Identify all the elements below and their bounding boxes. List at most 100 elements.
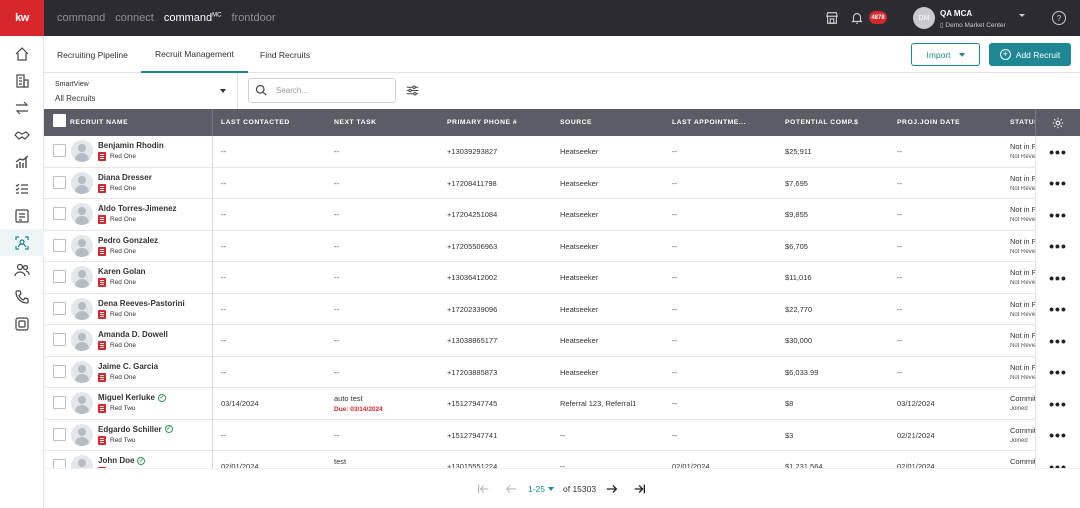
next-page-icon[interactable] [605,482,619,496]
table-row[interactable]: Pedro Gonzalez Red One -- +17205506963 Heats… [44,230,1080,262]
row-checkbox[interactable] [53,270,66,283]
recruit-name-link[interactable]: Karen Golan [98,267,146,276]
row-checkbox[interactable] [53,144,66,157]
import-button[interactable]: Import [911,43,980,66]
col-proj-join-date[interactable]: PROJ.JOIN DATE [897,109,960,136]
recruit-name-link[interactable]: John Doe ✓ [98,456,146,465]
cell-status: Not in Pipeline [1010,268,1035,277]
tab-recruit-management[interactable]: Recruit Management [141,36,248,73]
recruit-name-link[interactable]: Dena Reeves-Pastorini [98,299,185,308]
row-checkbox[interactable] [53,238,66,252]
table-row[interactable]: Aldo Torres-Jimenez Red One -- +17204251084… [44,199,1080,231]
select-all-checkbox[interactable] [53,114,66,127]
search-input[interactable] [276,81,391,100]
recruit-name-link[interactable]: Benjamin Rhodin [98,141,164,150]
col-primary-phone[interactable]: PRIMARY PHONE # [447,109,517,136]
user-avatar[interactable]: DM [913,7,935,29]
user-name[interactable]: QA MCA [940,9,972,18]
recruit-name-link[interactable]: Miguel Kerluke ✓ [98,393,166,402]
table-row[interactable]: Diana Dresser Red One -- +17208411798 Heatse… [44,167,1080,199]
col-source[interactable]: SOURCE [560,109,592,136]
recruit-name-link[interactable]: Pedro Gonzalez [98,236,158,245]
recruit-name-link[interactable]: Aldo Torres-Jimenez [98,204,177,213]
sidebar-item-home[interactable] [0,40,44,67]
col-status[interactable]: STATUS [1010,109,1035,136]
recruit-type: Red One [98,152,136,161]
cell-next-task[interactable]: test [334,457,346,466]
sidebar-item-recruiting[interactable] [0,229,44,256]
row-more-actions-button[interactable]: ••• [1035,325,1080,357]
row-more-actions-button[interactable]: ••• [1035,419,1080,451]
row-more-actions-button[interactable]: ••• [1035,356,1080,388]
row-checkbox[interactable] [53,396,66,409]
row-checkbox[interactable] [53,459,66,468]
row-more-actions-button[interactable]: ••• [1035,388,1080,420]
table-row[interactable]: Miguel Kerluke ✓ Red Two 03/14/2024 +1512794… [44,388,1080,420]
row-more-actions-button[interactable]: ••• [1035,230,1080,262]
table-row[interactable]: Karen Golan Red One -- +13036412002 Heatseek… [44,262,1080,294]
row-checkbox[interactable] [53,364,66,378]
sidebar-item-tasks[interactable] [0,175,44,202]
table-row[interactable]: Amanda D. Dowell Red One -- +13038865177 Hea… [44,325,1080,357]
row-more-actions-button[interactable]: ••• [1035,199,1080,231]
tab-find-recruits[interactable]: Find Recruits [260,36,310,73]
table-row[interactable]: Benjamin Rhodin Red One -- +13039293827 Heat… [44,136,1080,168]
recruit-name-link[interactable]: Diana Dresser [98,173,152,182]
sidebar-item-gallery[interactable] [0,310,44,337]
avatar [71,455,93,468]
sidebar-item-phone[interactable] [0,283,44,310]
sidebar-item-people[interactable] [0,256,44,283]
notification-badge[interactable]: 4878 [869,11,887,24]
smartview-select[interactable]: SmartView All Recruits [44,73,238,109]
top-bar: kw command connect commandMC frontdoor 4… [0,0,1080,36]
bell-icon[interactable] [850,11,864,25]
user-menu-caret-icon[interactable] [1019,14,1025,17]
row-checkbox[interactable] [53,175,66,189]
col-recruit-name[interactable]: RECRUIT NAME [70,109,128,136]
recruit-name-link[interactable]: Edgardo Schiller ✓ [98,425,173,434]
first-page-icon[interactable] [476,482,490,496]
sidebar-item-properties[interactable] [0,67,44,94]
table-row[interactable]: Jaime C. Garcia Red One -- +17203885873 Heat… [44,356,1080,388]
tab-recruiting-pipeline[interactable]: Recruiting Pipeline [57,36,128,73]
row-more-actions-button[interactable]: ••• [1035,167,1080,199]
app-command-mc[interactable]: commandMC [164,12,222,24]
row-checkbox[interactable] [53,301,66,315]
add-recruit-button[interactable]: + Add Recruit [989,43,1071,66]
row-more-actions-button[interactable]: ••• [1035,451,1080,468]
row-more-actions-button[interactable]: ••• [1035,136,1080,168]
help-icon[interactable]: ? [1052,11,1066,25]
cell-proj-join-date: -- [897,336,902,345]
row-checkbox[interactable] [53,207,66,220]
page-range-select[interactable]: 1-25 [528,484,555,494]
row-more-actions-button[interactable]: ••• [1035,262,1080,294]
app-connect[interactable]: connect [115,12,154,24]
store-icon[interactable] [825,11,839,25]
row-more-actions-button[interactable]: ••• [1035,293,1080,325]
sidebar-item-transactions[interactable] [0,94,44,121]
app-frontdoor[interactable]: frontdoor [231,12,275,24]
row-checkbox[interactable] [53,333,66,346]
col-last-appointment[interactable]: LAST APPOINTME... [672,109,752,136]
table-row[interactable]: John Doe✓Red Two02/01/2024+13015551224--… [44,451,1080,468]
sidebar-item-forms[interactable] [0,202,44,229]
previous-page-icon[interactable] [504,482,518,496]
row-checkbox[interactable] [53,427,66,441]
recruit-name-link[interactable]: Amanda D. Dowell [98,330,168,339]
cell-last-contacted: 03/14/2024 [221,399,259,408]
col-next-task[interactable]: NEXT TASK [334,109,377,136]
sidebar-item-deals[interactable] [0,121,44,148]
app-command[interactable]: command [57,12,105,24]
cell-next-task[interactable]: auto test [334,394,363,403]
col-last-contacted[interactable]: LAST CONTACTED [221,109,290,136]
col-potential-comp[interactable]: POTENTIAL COMP.$ [785,109,858,136]
filter-sliders-icon[interactable] [406,84,419,97]
last-page-icon[interactable] [633,482,647,496]
column-settings-button[interactable] [1035,109,1080,136]
table-row[interactable]: Dena Reeves-Pastorini Red One -- +172023390… [44,293,1080,325]
recruit-table-body: Benjamin Rhodin Red One -- +13039293827 Heat… [44,136,1080,468]
recruit-name-link[interactable]: Jaime C. Garcia [98,362,158,371]
sidebar-item-reports[interactable] [0,148,44,175]
kw-logo[interactable]: kw [0,0,44,36]
table-row[interactable]: Edgardo Schiller ✓ Red Two -- +15127947741 --… [44,419,1080,451]
